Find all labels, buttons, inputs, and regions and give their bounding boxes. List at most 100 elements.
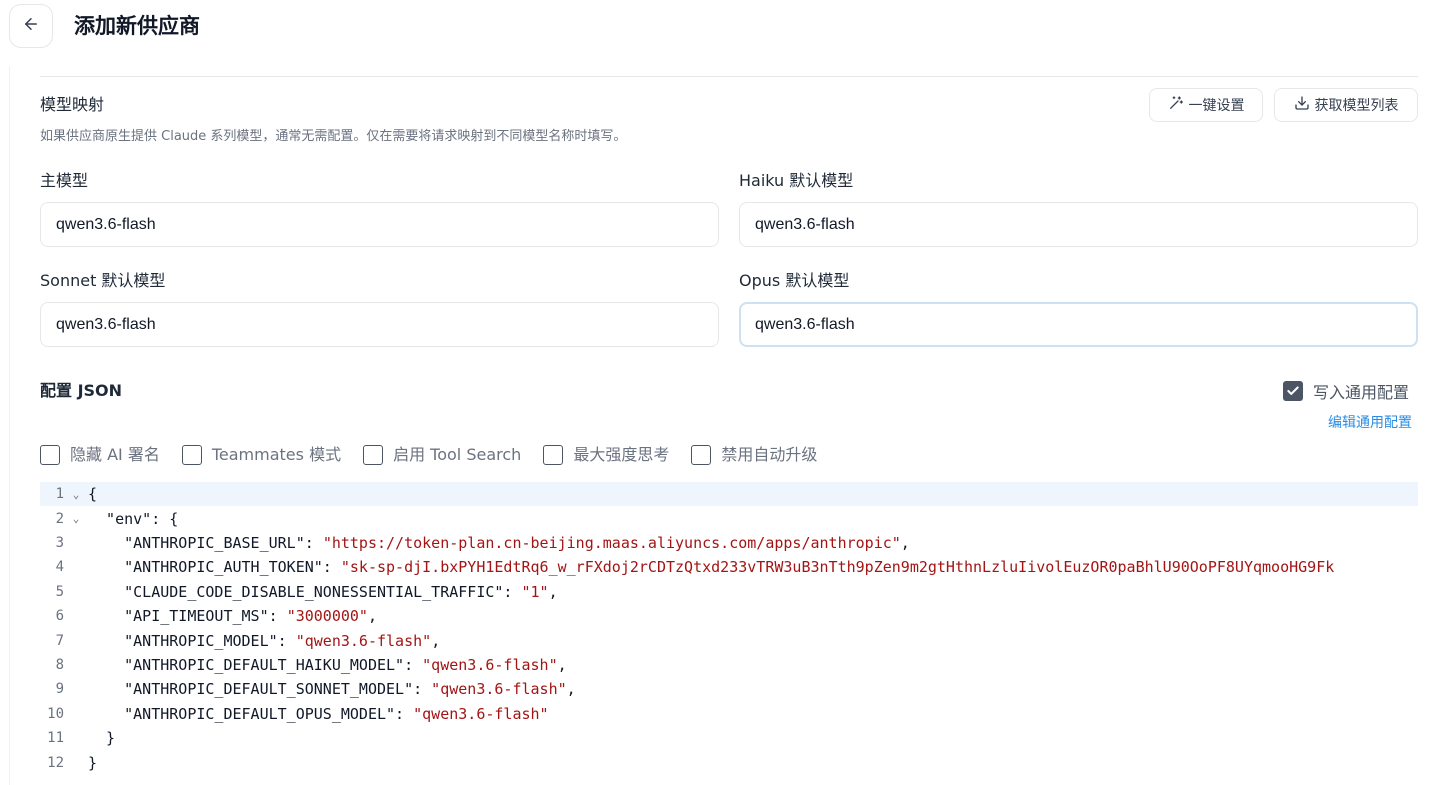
divider bbox=[40, 76, 1418, 77]
haiku-model-input[interactable]: qwen3.6-flash bbox=[739, 202, 1418, 247]
code-line: 8 "ANTHROPIC_DEFAULT_HAIKU_MODEL": "qwen… bbox=[40, 653, 1418, 677]
code-token: { bbox=[88, 485, 98, 504]
sonnet-model-input[interactable]: qwen3.6-flash bbox=[40, 302, 719, 347]
code-token: } bbox=[88, 753, 98, 772]
checkbox-icon bbox=[181, 445, 202, 465]
code-token: , bbox=[557, 655, 567, 674]
fetch-models-label: 获取模型列表 bbox=[1314, 98, 1399, 114]
code-token: , bbox=[566, 680, 576, 699]
code-text: "CLAUDE_CODE_DISABLE_NONESSENTIAL_TRAFFI… bbox=[88, 583, 558, 601]
code-string: "qwen3.6-flash" bbox=[413, 704, 549, 723]
edit-common-config-link[interactable]: 编辑通用配置 bbox=[1328, 412, 1412, 432]
code-token: "CLAUDE_CODE_DISABLE_NONESSENTIAL_TRAFFI… bbox=[88, 582, 522, 601]
code-line: 3 "ANTHROPIC_BASE_URL": "https://token-p… bbox=[40, 531, 1418, 555]
code-string: "qwen3.6-flash" bbox=[431, 680, 567, 699]
line-number: 8 bbox=[55, 656, 64, 673]
code-text: "ANTHROPIC_MODEL": "qwen3.6-flash", bbox=[88, 632, 440, 650]
code-text: "ANTHROPIC_DEFAULT_HAIKU_MODEL": "qwen3.… bbox=[88, 656, 567, 674]
option-label: Teammates 模式 bbox=[211, 445, 342, 464]
code-line: 4 "ANTHROPIC_AUTH_TOKEN": "sk-sp-djI.bxP… bbox=[40, 555, 1418, 579]
back-button[interactable] bbox=[9, 4, 53, 48]
code-line: 9 "ANTHROPIC_DEFAULT_SONNET_MODEL": "qwe… bbox=[40, 677, 1418, 701]
config-options: 隐藏 AI 署名 Teammates 模式 启用 Tool Search 最大强… bbox=[40, 443, 839, 467]
fold-chevron-icon[interactable]: ⌄ bbox=[64, 488, 88, 501]
option-label: 隐藏 AI 署名 bbox=[70, 445, 160, 464]
code-text: "ANTHROPIC_AUTH_TOKEN": "sk-sp-djI.bxPYH… bbox=[88, 558, 1334, 576]
code-line: 11 } bbox=[40, 726, 1418, 750]
code-line: 5 "CLAUDE_CODE_DISABLE_NONESSENTIAL_TRAF… bbox=[40, 580, 1418, 604]
option-disable-auto-update[interactable]: 禁用自动升级 bbox=[691, 444, 817, 466]
code-line: 10 "ANTHROPIC_DEFAULT_OPUS_MODEL": "qwen… bbox=[40, 702, 1418, 726]
checkbox-icon bbox=[543, 445, 564, 465]
download-icon bbox=[1294, 95, 1310, 115]
config-json-title: 配置 JSON bbox=[40, 381, 123, 400]
code-token: , bbox=[548, 582, 558, 601]
line-number: 9 bbox=[55, 681, 64, 698]
checkbox-icon bbox=[691, 445, 712, 465]
code-text: { bbox=[88, 485, 97, 503]
option-teammates-mode[interactable]: Teammates 模式 bbox=[181, 444, 342, 466]
code-line: 6 "API_TIMEOUT_MS": "3000000", bbox=[40, 604, 1418, 628]
json-editor[interactable]: 1 ⌄{2 ⌄ "env": {3 "ANTHROPIC_BASE_URL": "h… bbox=[40, 482, 1418, 782]
code-token: , bbox=[900, 533, 910, 552]
code-token: "ANTHROPIC_AUTH_TOKEN": bbox=[88, 558, 341, 577]
opus-model-input[interactable]: qwen3.6-flash bbox=[739, 302, 1418, 347]
code-text: "API_TIMEOUT_MS": "3000000", bbox=[88, 607, 377, 625]
haiku-model-label: Haiku 默认模型 bbox=[739, 171, 854, 190]
model-mapping-title: 模型映射 bbox=[40, 95, 105, 114]
code-token: , bbox=[431, 631, 441, 650]
option-max-thinking[interactable]: 最大强度思考 bbox=[543, 444, 669, 466]
checkbox-icon bbox=[363, 445, 384, 465]
code-token: "ANTHROPIC_DEFAULT_SONNET_MODEL": bbox=[88, 680, 432, 699]
code-string: "sk-sp-djI.bxPYH1EdtRq6_w_rFXdoj2rCDTzQt… bbox=[340, 558, 1335, 577]
line-number: 6 bbox=[55, 608, 64, 625]
line-number: 2 bbox=[55, 510, 64, 527]
code-text: "ANTHROPIC_DEFAULT_SONNET_MODEL": "qwen3… bbox=[88, 680, 576, 698]
model-mapping-description: 如果供应商原生提供 Claude 系列模型，通常无需配置。仅在需要将请求映射到不… bbox=[40, 129, 627, 144]
code-line: 2 ⌄ "env": { bbox=[40, 506, 1418, 530]
code-string: "qwen3.6-flash" bbox=[295, 631, 432, 650]
write-common-config-label: 写入通用配置 bbox=[1313, 383, 1410, 402]
write-common-config-checkbox[interactable]: 写入通用配置 bbox=[1283, 379, 1409, 403]
code-line: 1 ⌄{ bbox=[40, 482, 1418, 507]
code-text: "ANTHROPIC_BASE_URL": "https://token-pla… bbox=[88, 534, 910, 552]
line-number: 12 bbox=[47, 754, 64, 771]
code-string: "qwen3.6-flash" bbox=[422, 655, 558, 674]
one-click-setup-label: 一键设置 bbox=[1188, 98, 1245, 114]
code-token: , bbox=[367, 607, 377, 626]
fold-chevron-icon[interactable]: ⌄ bbox=[64, 512, 88, 525]
code-string: "3000000" bbox=[286, 607, 368, 626]
code-string: "1" bbox=[521, 582, 549, 601]
line-number: 5 bbox=[55, 583, 64, 600]
one-click-setup-button[interactable]: 一键设置 bbox=[1149, 88, 1263, 122]
code-token: "API_TIMEOUT_MS": bbox=[88, 607, 287, 626]
option-label: 启用 Tool Search bbox=[393, 445, 522, 464]
code-string: "https://token-plan.cn-beijing.maas.aliy… bbox=[322, 533, 901, 552]
code-token: "ANTHROPIC_DEFAULT_OPUS_MODEL": bbox=[88, 704, 414, 723]
code-token: "ANTHROPIC_MODEL": bbox=[88, 631, 296, 650]
sonnet-model-label: Sonnet 默认模型 bbox=[40, 271, 166, 290]
arrow-left-icon bbox=[22, 15, 40, 37]
line-number: 11 bbox=[47, 730, 64, 747]
page-title: 添加新供应商 bbox=[74, 14, 200, 38]
option-hide-ai-attribution[interactable]: 隐藏 AI 署名 bbox=[40, 444, 160, 466]
option-label: 禁用自动升级 bbox=[721, 445, 818, 464]
line-number: 4 bbox=[55, 559, 64, 576]
magic-wand-icon bbox=[1168, 95, 1184, 115]
page-header: 添加新供应商 bbox=[0, 0, 1451, 54]
code-line: 12} bbox=[40, 750, 1418, 774]
code-text: } bbox=[88, 754, 97, 772]
line-number: 7 bbox=[55, 632, 64, 649]
code-token: "ANTHROPIC_DEFAULT_HAIKU_MODEL": bbox=[88, 655, 423, 674]
option-enable-tool-search[interactable]: 启用 Tool Search bbox=[363, 444, 521, 466]
line-number: 3 bbox=[55, 534, 64, 551]
line-number: 10 bbox=[47, 705, 64, 722]
code-text: } bbox=[88, 729, 115, 747]
code-text: "ANTHROPIC_DEFAULT_OPUS_MODEL": "qwen3.6… bbox=[88, 704, 549, 723]
code-text: "env": { bbox=[88, 510, 178, 528]
checkbox-icon bbox=[40, 445, 60, 465]
code-token: "env": { bbox=[88, 509, 179, 528]
main-model-label: 主模型 bbox=[40, 171, 89, 190]
fetch-models-button[interactable]: 获取模型列表 bbox=[1274, 88, 1418, 122]
main-model-input[interactable]: qwen3.6-flash bbox=[40, 202, 719, 247]
